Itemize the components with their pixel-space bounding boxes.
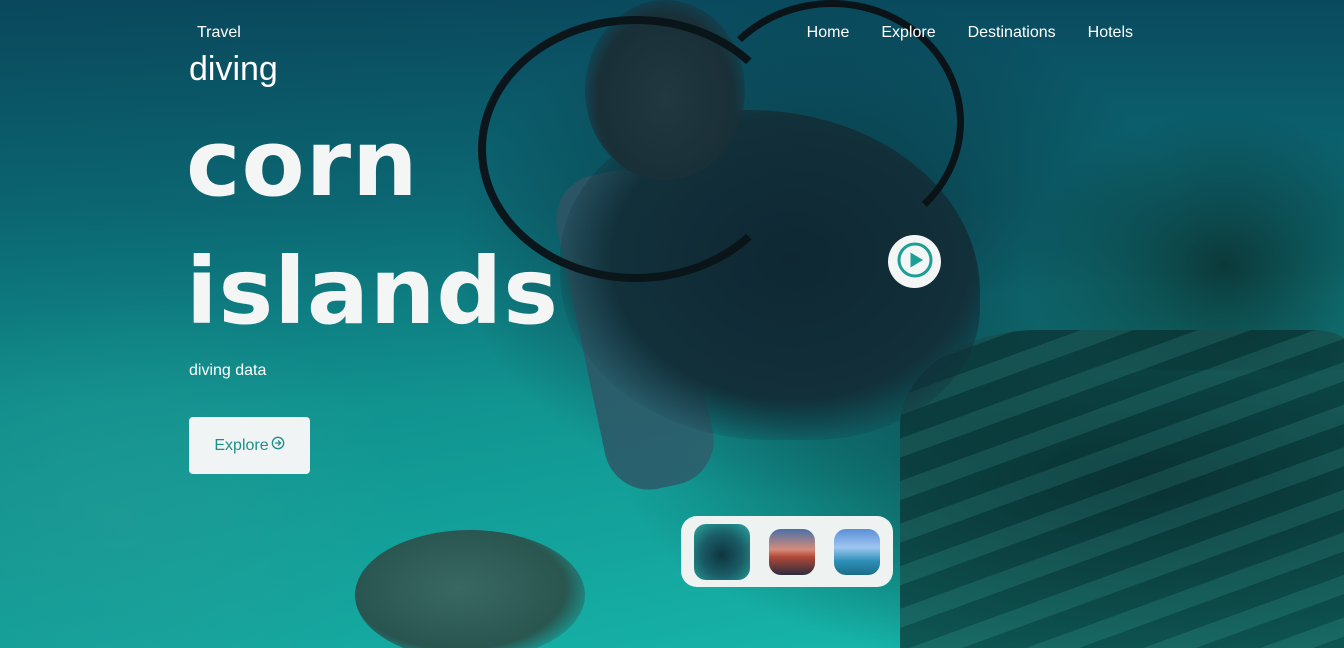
brand-logo[interactable]: Travel [197, 24, 241, 42]
hero-title-line-2: islands [186, 238, 560, 345]
nav-item-hotels[interactable]: Hotels [1088, 24, 1133, 42]
explore-button-label: Explore [214, 436, 269, 454]
play-circle-icon [895, 240, 935, 284]
sailboat-thumbnail[interactable] [833, 528, 880, 575]
explore-button[interactable]: Explore [189, 417, 310, 474]
arrow-circle-right-icon [271, 436, 285, 455]
sunset-thumbnail[interactable] [768, 528, 815, 575]
hero-title-line-1: corn [186, 110, 419, 217]
thumbnail-gallery [681, 516, 893, 587]
diver-thumbnail[interactable] [694, 523, 751, 580]
hero-section: Travel Home Explore Destinations Hotels … [0, 0, 1344, 648]
main-nav: Home Explore Destinations Hotels [807, 24, 1133, 42]
nav-item-home[interactable]: Home [807, 24, 850, 42]
play-video-button[interactable] [888, 235, 941, 288]
nav-item-destinations[interactable]: Destinations [968, 24, 1056, 42]
hero-eyebrow: diving [189, 50, 278, 88]
nav-item-explore[interactable]: Explore [881, 24, 935, 42]
hero-subtext: diving data [189, 362, 267, 379]
